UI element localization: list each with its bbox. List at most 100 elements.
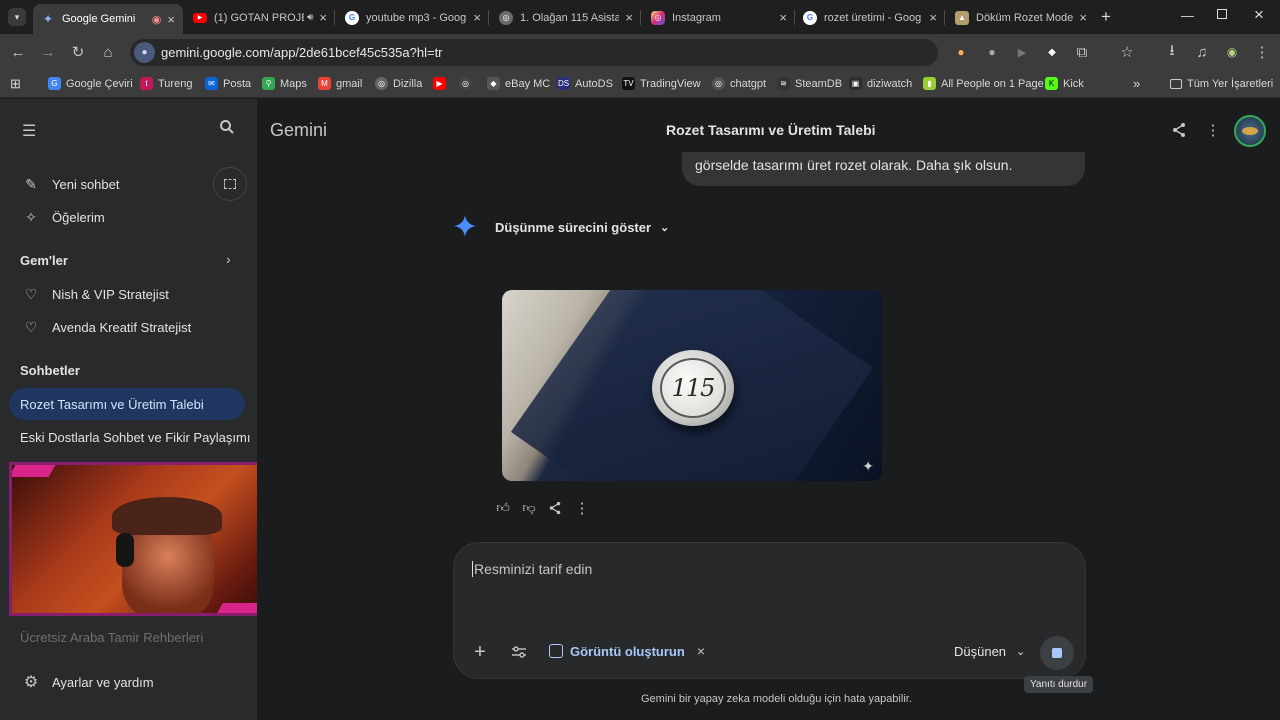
puzzle-icon[interactable]: ⧉ xyxy=(1072,42,1092,62)
media-control-icon[interactable]: ♫ xyxy=(1192,42,1212,62)
bookmark-manager-icon[interactable]: ☆ xyxy=(1117,42,1137,62)
tab-youtube-mp3[interactable]: G youtube mp3 - Goog × xyxy=(337,4,489,31)
user-avatar[interactable] xyxy=(1234,115,1266,147)
prompt-input-box: Resminizi tarif edin + Görüntü oluşturun… xyxy=(453,542,1086,679)
gemini-spark-icon xyxy=(454,215,476,242)
thumbs-up-icon[interactable]: 👍︎ xyxy=(491,496,515,520)
minimize-button[interactable]: — xyxy=(1181,8,1194,23)
tab-dokum-rozet[interactable]: ▲ Döküm Rozet Modell × xyxy=(947,4,1095,31)
folder-icon xyxy=(1170,78,1182,89)
bookmark-maps[interactable]: ⚲ Maps xyxy=(262,75,307,92)
hamburger-menu-icon[interactable]: ☰ xyxy=(22,121,36,141)
chat-item-active[interactable]: Rozet Tasarımı ve Üretim Talebi xyxy=(9,388,245,420)
ebay-icon: ◆ xyxy=(487,77,500,90)
new-tab-button[interactable]: + xyxy=(1101,7,1111,27)
download-icon[interactable]: ⭳ xyxy=(1162,42,1182,62)
profile-avatar[interactable]: ◉ xyxy=(1222,42,1242,62)
menu-icon[interactable]: ⋮ xyxy=(1252,42,1272,62)
my-items-button[interactable]: ✧ Öğelerim xyxy=(20,209,105,226)
reload-button[interactable]: ↻ xyxy=(68,42,88,62)
extension-icon[interactable]: ▶ xyxy=(1012,42,1032,62)
bookmark-tureng[interactable]: t Tureng xyxy=(140,75,192,92)
tab-google-gemini[interactable]: ✦ Google Gemini ◉ × xyxy=(33,4,183,34)
apps-icon[interactable]: ⊞ xyxy=(10,75,21,92)
gem-nish-vip[interactable]: ♡ Nish & VIP Stratejist xyxy=(20,286,169,303)
share-icon[interactable] xyxy=(1167,118,1191,142)
sparkle-watermark-icon: ✦ xyxy=(862,458,874,474)
close-tab-icon[interactable]: × xyxy=(779,10,787,25)
chat-item[interactable]: Eski Dostlarla Sohbet ve Fikir Paylaşımı xyxy=(20,430,250,445)
close-tab-icon[interactable]: × xyxy=(625,10,633,25)
chat-item[interactable]: Ücretsiz Araba Tamir Rehberleri xyxy=(20,630,203,645)
close-tab-icon[interactable]: × xyxy=(929,10,937,25)
all-bookmarks-folder[interactable]: Tüm Yer İşaretleri xyxy=(1170,75,1273,92)
tab-rozet-uretimi[interactable]: G rozet üretimi - Goog × xyxy=(795,4,945,31)
add-icon[interactable]: + xyxy=(468,640,492,664)
mail-icon: ✉ xyxy=(205,77,218,90)
tab-youtube[interactable]: ▶ (1) GOTAN PROJE 🔊︎ × xyxy=(185,4,335,31)
stop-tooltip: Yanıtı durdur xyxy=(1024,676,1094,693)
generated-image[interactable]: 115 ✦ xyxy=(502,290,882,481)
forward-button[interactable]: → xyxy=(38,42,58,62)
more-options-icon[interactable]: ⋮ xyxy=(1201,118,1225,142)
more-response-options-icon[interactable]: ⋮ xyxy=(570,496,594,520)
bookmark-posta[interactable]: ✉ Posta xyxy=(205,75,251,92)
bookmark-ebay-mc[interactable]: ◆ eBay MC xyxy=(487,75,550,92)
translate-icon: G xyxy=(48,77,61,90)
recording-icon: ◉ xyxy=(151,13,162,26)
bookmark-steamdb[interactable]: ≋ SteamDB xyxy=(777,75,842,92)
prompt-input[interactable]: Resminizi tarif edin xyxy=(472,561,592,577)
bookmark-chatgpt[interactable]: ◎ chatgpt xyxy=(712,75,766,92)
temporary-chat-button[interactable] xyxy=(213,167,247,201)
close-tab-icon[interactable]: × xyxy=(473,10,481,25)
youtube-icon: ▶ xyxy=(433,77,446,90)
search-icon[interactable] xyxy=(219,119,239,139)
chevron-right-icon[interactable]: › xyxy=(226,251,231,267)
bookmark-tradingview[interactable]: TV TradingView xyxy=(622,75,701,92)
close-chip-icon[interactable]: × xyxy=(697,643,705,659)
bookmark-google-ceviri[interactable]: G Google Çeviri xyxy=(48,75,133,92)
back-button[interactable]: ← xyxy=(8,42,28,62)
tab-search-button[interactable]: ▾ xyxy=(8,8,26,26)
bookmark-diziwatch[interactable]: ▣ diziwatch xyxy=(849,75,912,92)
app-title[interactable]: Gemini xyxy=(270,120,327,141)
close-tab-icon[interactable]: × xyxy=(167,12,175,27)
more-bookmarks-icon[interactable]: » xyxy=(1133,75,1140,92)
site-info-icon[interactable]: ● xyxy=(134,42,155,63)
image-generate-icon xyxy=(549,644,563,658)
bookmark-kick[interactable]: K Kick xyxy=(1045,75,1084,92)
instagram-icon: ◎ xyxy=(651,10,665,25)
close-tab-icon[interactable]: × xyxy=(319,10,327,25)
tools-icon[interactable] xyxy=(507,640,531,664)
new-chat-button[interactable]: ✎ Yeni sohbet xyxy=(20,176,119,193)
stop-response-button[interactable] xyxy=(1040,636,1074,670)
bookmark-youtube[interactable]: ▶ xyxy=(433,75,451,92)
bookmark-all-people[interactable]: ▮ All People on 1 Page xyxy=(923,75,1044,92)
close-tab-icon[interactable]: × xyxy=(1079,10,1087,25)
bookmark-autods[interactable]: DS AutoDS xyxy=(557,75,613,92)
extension-icon[interactable]: ◆ xyxy=(1042,42,1062,62)
close-window-button[interactable]: × xyxy=(1254,5,1264,25)
bookmark-gmail[interactable]: Mgmail xyxy=(318,75,362,92)
thumbs-down-icon[interactable]: 👎︎ xyxy=(517,496,541,520)
settings-help-button[interactable]: ⚙ Ayarlar ve yardım xyxy=(20,672,154,692)
address-bar[interactable]: ● gemini.google.com/app/2de61bcef45c535a… xyxy=(130,39,938,66)
bookmarks-bar: ⊞ G Google Çeviri t Tureng ✉ Posta ⚲ Maps Mg… xyxy=(0,70,1280,98)
google-icon: G xyxy=(345,10,359,25)
tab-olagan-115[interactable]: ◎ 1. Olağan 115 Asistan × xyxy=(491,4,641,31)
extension-icon[interactable]: ● xyxy=(951,42,971,62)
gems-heading[interactable]: Gem'ler xyxy=(20,253,68,268)
show-thinking-toggle[interactable]: Düşünme sürecini göster ⌄ xyxy=(495,220,669,235)
home-button[interactable]: ⌂ xyxy=(98,42,118,62)
gemini-icon: ✦ xyxy=(42,12,54,26)
restore-button[interactable] xyxy=(1217,9,1227,19)
google-icon: G xyxy=(803,10,817,25)
extension-icon[interactable]: ● xyxy=(982,42,1002,62)
bookmark-openai[interactable]: ◎ xyxy=(459,75,477,92)
image-generation-chip[interactable]: Görüntü oluşturun × xyxy=(549,643,705,659)
gem-avenda[interactable]: ♡ Avenda Kreatif Stratejist xyxy=(20,319,192,336)
bookmark-dizilla[interactable]: ◎ Dizilla xyxy=(375,75,422,92)
share-response-icon[interactable] xyxy=(543,496,567,520)
model-selector[interactable]: Düşünen ⌄ xyxy=(954,644,1025,659)
tab-instagram[interactable]: ◎ Instagram × xyxy=(643,4,795,31)
